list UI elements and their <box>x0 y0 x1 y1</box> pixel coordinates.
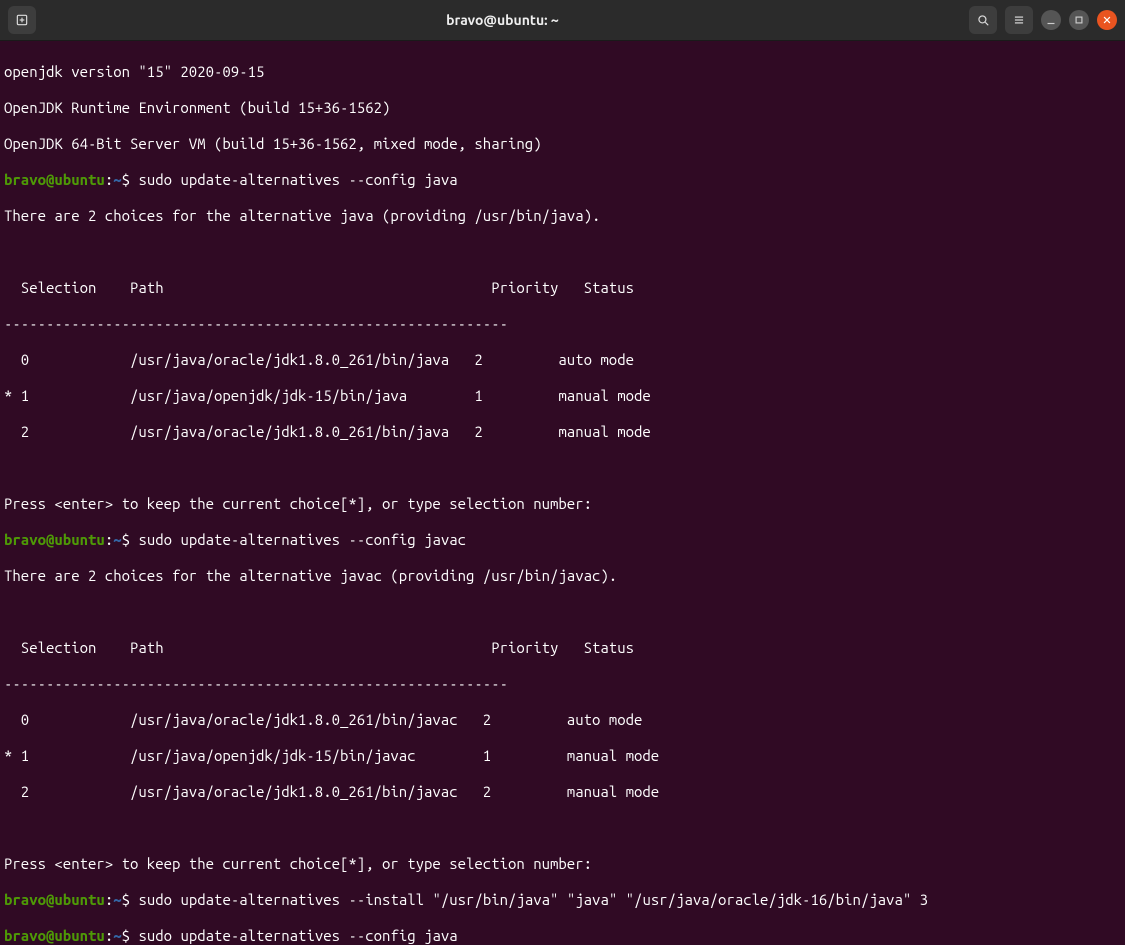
output-line: OpenJDK 64-Bit Server VM (build 15+36-15… <box>4 135 1121 153</box>
hr: ----------------------------------------… <box>4 315 1121 333</box>
table-row: 0 /usr/java/oracle/jdk1.8.0_261/bin/java… <box>4 351 1121 369</box>
output-line: There are 2 choices for the alternative … <box>4 207 1121 225</box>
close-button[interactable] <box>1097 10 1117 30</box>
output-line <box>4 459 1121 477</box>
table-header: Selection Path Priority Status <box>4 279 1121 297</box>
output-line <box>4 819 1121 837</box>
minimize-button[interactable] <box>1041 10 1061 30</box>
output-line: Press <enter> to keep the current choice… <box>4 855 1121 873</box>
prompt-line: bravo@ubuntu:~$ sudo update-alternatives… <box>4 927 1121 945</box>
prompt-line: bravo@ubuntu:~$ sudo update-alternatives… <box>4 171 1121 189</box>
output-line: There are 2 choices for the alternative … <box>4 567 1121 585</box>
window-title: bravo@ubuntu: ~ <box>36 11 969 29</box>
output-line <box>4 603 1121 621</box>
output-line: OpenJDK Runtime Environment (build 15+36… <box>4 99 1121 117</box>
table-row: 2 /usr/java/oracle/jdk1.8.0_261/bin/java… <box>4 783 1121 801</box>
table-row: 0 /usr/java/oracle/jdk1.8.0_261/bin/java… <box>4 711 1121 729</box>
prompt-line: bravo@ubuntu:~$ sudo update-alternatives… <box>4 891 1121 909</box>
table-row: * 1 /usr/java/openjdk/jdk-15/bin/javac 1… <box>4 747 1121 765</box>
table-row: * 1 /usr/java/openjdk/jdk-15/bin/java 1 … <box>4 387 1121 405</box>
maximize-button[interactable] <box>1069 10 1089 30</box>
new-tab-button[interactable] <box>8 6 36 34</box>
search-button[interactable] <box>969 6 997 34</box>
terminal-output[interactable]: openjdk version "15" 2020-09-15 OpenJDK … <box>0 41 1125 945</box>
prompt-line: bravo@ubuntu:~$ sudo update-alternatives… <box>4 531 1121 549</box>
hr: ----------------------------------------… <box>4 675 1121 693</box>
window-titlebar: bravo@ubuntu: ~ <box>0 0 1125 41</box>
output-line: Press <enter> to keep the current choice… <box>4 495 1121 513</box>
table-row: 2 /usr/java/oracle/jdk1.8.0_261/bin/java… <box>4 423 1121 441</box>
output-line: openjdk version "15" 2020-09-15 <box>4 63 1121 81</box>
table-header: Selection Path Priority Status <box>4 639 1121 657</box>
hamburger-menu-button[interactable] <box>1005 6 1033 34</box>
output-line <box>4 243 1121 261</box>
